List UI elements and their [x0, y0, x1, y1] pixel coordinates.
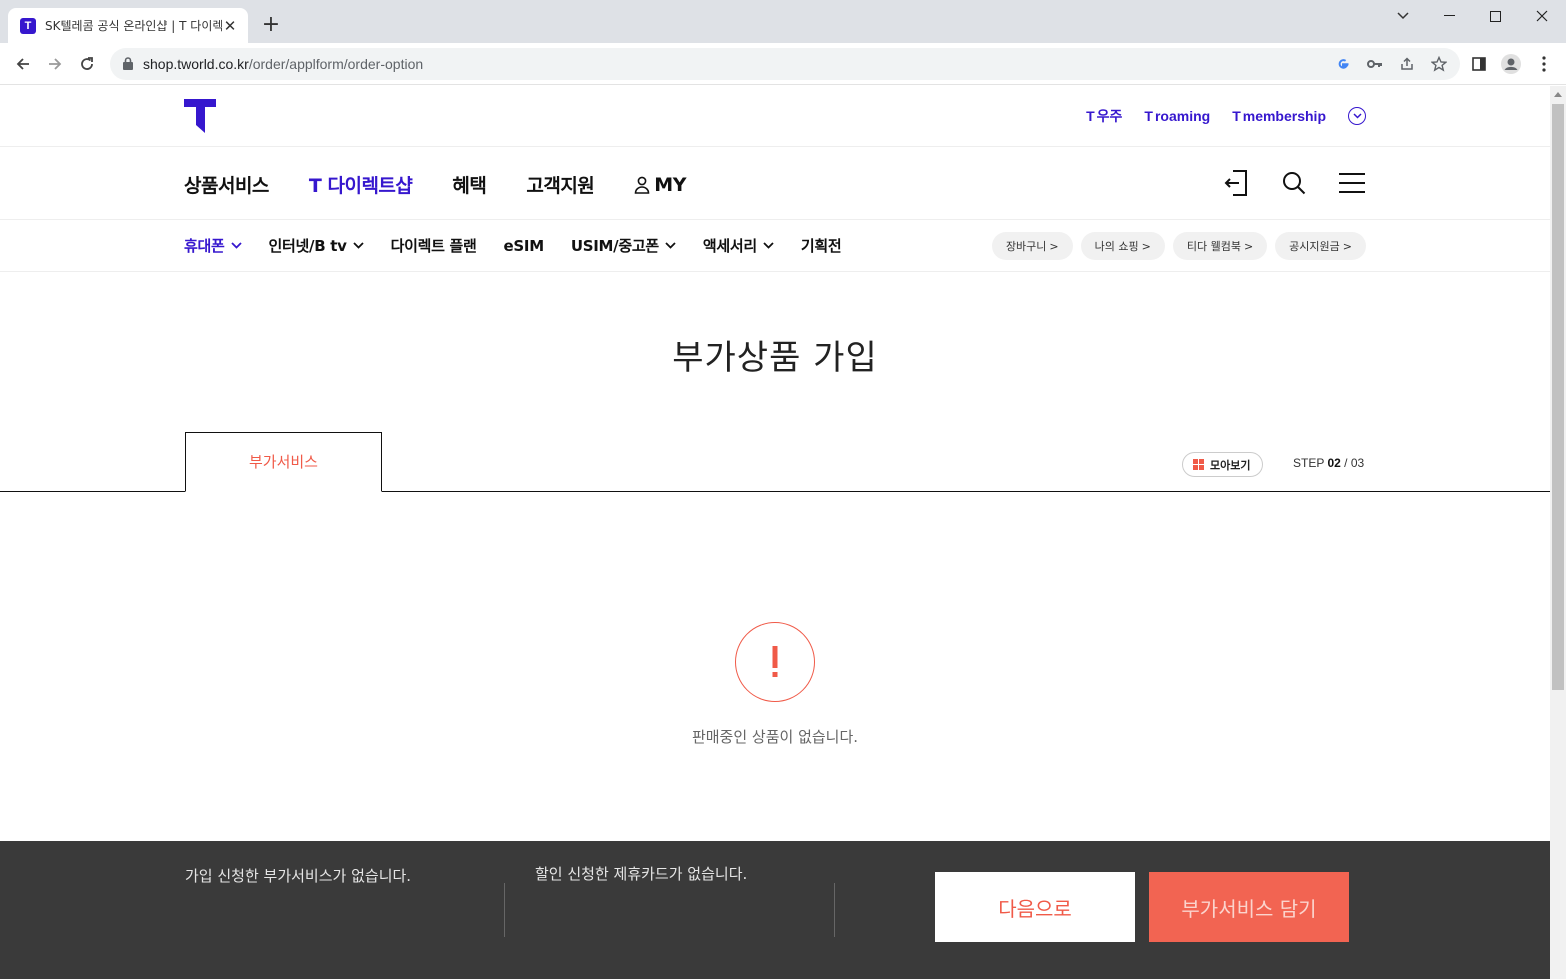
- add-service-button[interactable]: 부가서비스 담기: [1149, 872, 1349, 942]
- gnb-item-benefits[interactable]: 혜택: [452, 171, 486, 198]
- gnb-item-products[interactable]: 상품서비스: [184, 171, 269, 198]
- bookmark-star-icon[interactable]: [1429, 54, 1449, 74]
- lnb-item-esim[interactable]: eSIM: [504, 235, 545, 256]
- google-icon[interactable]: [1333, 54, 1353, 74]
- chevron-down-icon: [763, 242, 774, 249]
- page-viewport: T 우주 Troaming Tmembership 상품서비스 T 다이렉트샵 혜…: [0, 86, 1550, 979]
- util-link-roaming[interactable]: Troaming: [1144, 108, 1210, 124]
- back-arrow-icon[interactable]: [9, 50, 37, 78]
- browser-menu-icon[interactable]: [1530, 50, 1558, 78]
- lock-icon: [123, 57, 133, 70]
- page-title: 부가상품 가입: [672, 338, 878, 378]
- new-tab-button[interactable]: +: [258, 12, 284, 38]
- scroll-up-icon[interactable]: [1554, 92, 1562, 97]
- browser-toolbar: shop.tworld.co.kr/order/applform/order-o…: [0, 43, 1566, 85]
- lnb-item-direct-plan[interactable]: 다이렉트 플랜: [391, 235, 477, 256]
- chevron-down-icon: [665, 242, 676, 249]
- gather-view-label: 모아보기: [1210, 458, 1251, 472]
- url-text: shop.tworld.co.kr/order/applform/order-o…: [143, 56, 424, 72]
- t-logo-icon[interactable]: [184, 99, 216, 133]
- step-indicator: STEP 02 / 03: [1293, 456, 1365, 470]
- gnb-item-support[interactable]: 고객지원: [526, 171, 594, 198]
- card-summary: 할인 신청한 제휴카드가 없습니다.: [535, 865, 748, 883]
- util-link-membership[interactable]: Tmembership: [1232, 108, 1326, 124]
- browser-tabstrip: T SK텔레콤 공식 온라인샵 | T 다이렉트샵 ✕ +: [0, 0, 1566, 43]
- minimize-icon[interactable]: [1426, 0, 1472, 32]
- grid-icon: [1193, 459, 1204, 470]
- divider: [834, 883, 835, 937]
- hamburger-menu-icon[interactable]: [1338, 169, 1366, 197]
- tab-title: SK텔레콤 공식 온라인샵 | T 다이렉트샵: [45, 19, 222, 33]
- chevron-down-icon: [352, 242, 364, 249]
- lnb-item-usim[interactable]: USIM/중고폰: [571, 235, 676, 256]
- lnb-item-accessory[interactable]: 액세서리: [703, 235, 774, 256]
- reload-icon[interactable]: [73, 50, 101, 78]
- pill-my-shopping[interactable]: 나의 쇼핑 >: [1080, 232, 1165, 260]
- close-tab-icon[interactable]: ✕: [222, 18, 238, 34]
- window-close-icon[interactable]: [1519, 0, 1565, 32]
- tab-search-icon[interactable]: [1380, 0, 1426, 32]
- order-summary-bar: 가입 신청한 부가서비스가 없습니다. 할인 신청한 제휴카드가 없습니다. 다…: [0, 841, 1550, 979]
- local-nav: 휴대폰 인터넷/B tv 다이렉트 플랜 eSIM USIM/중고폰 액세서리 …: [0, 220, 1550, 272]
- gnb-item-direct-shop[interactable]: T 다이렉트샵: [309, 171, 413, 198]
- scrollbar[interactable]: [1550, 86, 1566, 979]
- side-panel-icon[interactable]: [1465, 50, 1493, 78]
- pill-cart[interactable]: 장바구니 >: [991, 232, 1073, 260]
- person-icon: [634, 176, 650, 194]
- chevron-down-icon: [230, 242, 242, 249]
- t-favicon-icon: T: [20, 17, 36, 34]
- profile-avatar-icon[interactable]: [1497, 50, 1525, 78]
- lnb-item-promotion[interactable]: 기획전: [801, 235, 842, 256]
- divider: [504, 883, 505, 937]
- share-icon[interactable]: [1397, 54, 1417, 74]
- browser-tab[interactable]: T SK텔레콤 공식 온라인샵 | T 다이렉트샵 ✕: [8, 8, 248, 43]
- pill-subsidy[interactable]: 공시지원금 >: [1275, 232, 1366, 260]
- gather-view-button[interactable]: 모아보기: [1182, 452, 1264, 477]
- address-bar[interactable]: shop.tworld.co.kr/order/applform/order-o…: [110, 48, 1460, 80]
- login-icon[interactable]: [1222, 169, 1250, 197]
- pill-welcome-book[interactable]: 티다 웰컴북 >: [1172, 232, 1268, 260]
- chevron-down-icon[interactable]: [1348, 107, 1366, 125]
- global-nav: 상품서비스 T 다이렉트샵 혜택 고객지원 MY: [0, 147, 1550, 220]
- next-button[interactable]: 다음으로: [935, 872, 1135, 942]
- exclamation-icon: [735, 622, 815, 702]
- utility-bar: T 우주 Troaming Tmembership: [0, 86, 1550, 147]
- lnb-item-internet-btv[interactable]: 인터넷/B tv: [269, 235, 364, 256]
- maximize-icon[interactable]: [1472, 0, 1518, 32]
- gnb-item-my[interactable]: MY: [634, 171, 686, 198]
- key-icon[interactable]: [1365, 54, 1385, 74]
- lnb-item-phone[interactable]: 휴대폰: [184, 235, 242, 256]
- forward-arrow-icon[interactable]: [41, 50, 69, 78]
- scroll-thumb[interactable]: [1552, 104, 1564, 690]
- tab-addon-service[interactable]: 부가서비스: [185, 432, 382, 492]
- search-icon[interactable]: [1280, 169, 1308, 197]
- service-summary: 가입 신청한 부가서비스가 없습니다.: [185, 867, 412, 885]
- util-links: T 우주 Troaming Tmembership: [1086, 106, 1366, 126]
- empty-message: 판매중인 상품이 없습니다.: [691, 728, 859, 746]
- util-link-woozoo[interactable]: T 우주: [1086, 106, 1122, 126]
